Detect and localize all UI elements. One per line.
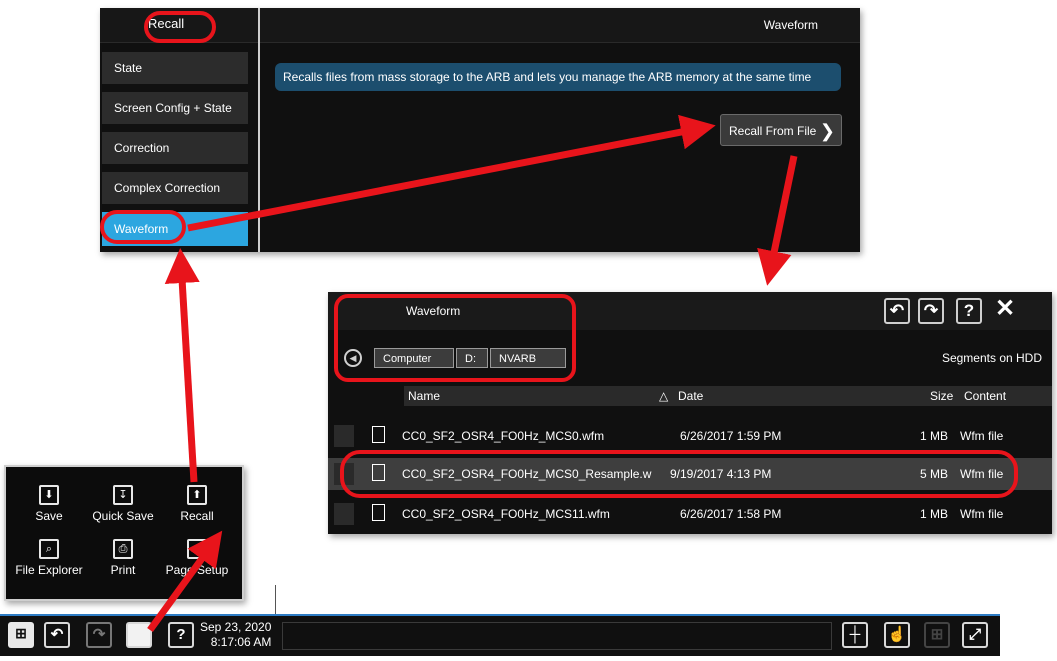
windows-icon[interactable]: ⊞: [8, 622, 34, 648]
chevron-right-icon: ❯: [819, 121, 835, 141]
row-checkbox[interactable]: [334, 425, 354, 447]
layout-icon[interactable]: ┼: [842, 622, 868, 648]
page-setup-label: Page Setup: [165, 563, 229, 577]
save-button[interactable]: ⬇ Save: [14, 485, 84, 523]
recall-header: Recall Waveform: [100, 8, 860, 43]
info-text: Recalls files from mass storage to the A…: [275, 63, 841, 91]
document-icon: [372, 464, 385, 481]
page-setup-button[interactable]: ▯ Page Setup: [162, 539, 232, 577]
menu-item-screen-config-state[interactable]: Screen Config + State: [102, 92, 248, 124]
touch-icon[interactable]: ☝: [884, 622, 910, 648]
menu-item-waveform[interactable]: Waveform: [102, 212, 248, 246]
undo-icon[interactable]: ↶: [884, 298, 910, 324]
file-explorer-icon: ⌕: [39, 539, 59, 559]
column-size[interactable]: Size: [930, 386, 953, 406]
file-content: Wfm file: [960, 467, 1004, 481]
grid-icon[interactable]: ⊞: [924, 622, 950, 648]
file-date: 6/26/2017 1:58 PM: [680, 507, 782, 521]
document-icon: [372, 504, 385, 521]
sort-ascending-icon: △: [659, 389, 669, 403]
recall-label: Recall: [180, 509, 214, 523]
menu-item-correction[interactable]: Correction: [102, 132, 248, 164]
file-row[interactable]: CC0_SF2_OSR4_FO0Hz_MCS0.wfm 6/26/2017 1:…: [328, 420, 1052, 452]
file-row[interactable]: CC0_SF2_OSR4_FO0Hz_MCS11.wfm 6/26/2017 1…: [328, 498, 1052, 530]
file-size: 1 MB: [920, 429, 949, 443]
file-date: 9/19/2017 4:13 PM: [670, 467, 772, 481]
path-bar: ◀ Computer D: NVARB Segments on HDD: [328, 344, 1052, 372]
print-button[interactable]: ⎙ Print: [88, 539, 158, 577]
save-icon: ⬇: [39, 485, 59, 505]
help-icon[interactable]: ?: [956, 298, 982, 324]
column-date[interactable]: Date: [678, 386, 703, 406]
file-explorer-button[interactable]: ⌕ File Explorer: [14, 539, 84, 577]
file-name: CC0_SF2_OSR4_FO0Hz_MCS0_Resample.w: [402, 467, 652, 481]
close-icon[interactable]: ✕: [992, 297, 1018, 324]
panel-divider: [258, 8, 260, 252]
menu-item-state[interactable]: State: [102, 52, 248, 84]
file-row-selected[interactable]: CC0_SF2_OSR4_FO0Hz_MCS0_Resample.w 9/19/…: [328, 458, 1052, 490]
print-label: Print: [110, 563, 136, 577]
column-name[interactable]: Name: [408, 386, 440, 406]
row-checkbox[interactable]: [334, 463, 354, 485]
file-content: Wfm file: [960, 429, 1004, 443]
file-content: Wfm file: [960, 507, 1004, 521]
print-icon: ⎙: [113, 539, 133, 559]
redo-icon[interactable]: ↷: [86, 622, 112, 648]
file-browser-title: Waveform: [406, 304, 461, 318]
file-browser: Waveform ↶ ↷ ? ✕ ◀ Computer D: NVARB Seg…: [328, 292, 1052, 534]
date-time: Sep 23, 2020 8:17:06 AM: [200, 620, 271, 650]
undo-icon[interactable]: ↶: [44, 622, 70, 648]
redo-icon[interactable]: ↷: [918, 298, 944, 324]
breadcrumb-drive[interactable]: D:: [456, 348, 488, 368]
recall-button[interactable]: ⬆ Recall: [162, 485, 232, 523]
file-name: CC0_SF2_OSR4_FO0Hz_MCS0.wfm: [402, 429, 605, 443]
recall-from-file-label: Recall From File: [729, 124, 817, 138]
page-setup-icon: ▯: [187, 539, 207, 559]
back-arrow-icon[interactable]: ◀: [344, 349, 362, 367]
recall-panel: Recall Waveform State Screen Config + St…: [100, 8, 860, 252]
date-text: Sep 23, 2020: [200, 620, 272, 634]
breadcrumb-folder[interactable]: NVARB: [490, 348, 566, 368]
column-content[interactable]: Content: [964, 386, 1006, 406]
row-checkbox[interactable]: [334, 503, 354, 525]
time-text: 8:17:06 AM: [210, 635, 272, 649]
help-icon[interactable]: ?: [168, 622, 194, 648]
taskbar: ⊞ ↶ ↷ ? Sep 23, 2020 8:17:06 AM ┼ ☝ ⊞ ⤢: [0, 614, 1000, 656]
file-menu: ⬇ Save ↧ Quick Save ⬆ Recall ⌕ File Expl…: [4, 465, 244, 601]
recall-icon: ⬆: [187, 485, 207, 505]
quick-save-label: Quick Save: [92, 509, 154, 523]
recall-tab[interactable]: Recall: [148, 16, 184, 31]
file-explorer-label: File Explorer: [15, 563, 83, 577]
recall-section-title: Waveform: [763, 18, 818, 32]
file-size: 5 MB: [920, 467, 949, 481]
file-icon[interactable]: [126, 622, 152, 648]
file-size: 1 MB: [920, 507, 949, 521]
file-date: 6/26/2017 1:59 PM: [680, 429, 782, 443]
column-header: Name △ Date Size Content: [404, 386, 1052, 406]
menu-item-complex-correction[interactable]: Complex Correction: [102, 172, 248, 204]
quick-save-icon: ↧: [113, 485, 133, 505]
segments-label: Segments on HDD: [941, 351, 1042, 365]
file-name: CC0_SF2_OSR4_FO0Hz_MCS11.wfm: [402, 507, 610, 521]
breadcrumb-computer[interactable]: Computer: [374, 348, 454, 368]
save-label: Save: [35, 509, 63, 523]
document-icon: [372, 426, 385, 443]
status-field: [282, 622, 832, 650]
arrow-recall-to-waveform: [164, 248, 200, 483]
quick-save-button[interactable]: ↧ Quick Save: [88, 485, 158, 523]
fullscreen-icon[interactable]: ⤢: [962, 622, 988, 648]
recall-from-file-button[interactable]: Recall From File ❯: [720, 114, 842, 146]
file-browser-header: Waveform ↶ ↷ ? ✕: [328, 292, 1052, 330]
